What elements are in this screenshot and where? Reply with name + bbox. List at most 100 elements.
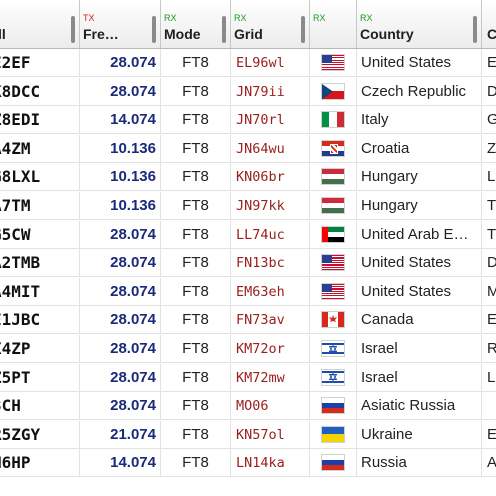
country-cell: Italy [357, 106, 482, 135]
callsign-cell: 3CH [0, 392, 80, 421]
table-row[interactable]: A4MIT28.074FT8EM63eh United States M [0, 277, 496, 306]
flag-cell [310, 134, 357, 163]
callsign-cell: K8DCC [0, 77, 80, 106]
table-row[interactable]: Z5PT28.074FT8KM72mw Israel L [0, 363, 496, 392]
table-row[interactable]: K8DCC28.074FT8JN79ii Czech Republic D [0, 77, 496, 106]
country-cell: United States [357, 249, 482, 278]
grid-cell: MO06 [231, 392, 310, 421]
callsign-cell: R5ZGY [0, 420, 80, 449]
callsign-cell: N6HP [0, 449, 80, 478]
frequency-cell: 28.074 [80, 220, 161, 249]
ca-flag-icon [322, 312, 344, 328]
mode-cell: FT8 [161, 306, 231, 335]
column-label-call: ll [0, 26, 6, 42]
table-row[interactable]: E1JBC28.074FT8FN73av Canada E [0, 306, 496, 335]
flag-cell [310, 277, 357, 306]
table-row[interactable]: A7TM10.136FT8JN97kk Hungary T [0, 192, 496, 220]
table-row[interactable]: 3CH28.074FT8MO06 Asiatic Russia [0, 392, 496, 421]
callsign-cell: X4ZP [0, 335, 80, 363]
grid-cell: KN06br [231, 163, 310, 192]
flag-cell [310, 163, 357, 192]
continent-cell [482, 392, 496, 420]
column-resize-handle[interactable] [222, 16, 226, 43]
mode-cell: FT8 [161, 49, 231, 77]
callsign-cell: E1JBC [0, 306, 80, 335]
continent-cell: A [487, 454, 496, 472]
frequency-cell: 28.074 [80, 306, 161, 335]
mode-cell: FT8 [161, 77, 231, 106]
callsign-cell: A4ZM [0, 134, 80, 163]
column-label-continent: C [487, 26, 496, 42]
mode-cell: FT8 [161, 449, 231, 478]
column-header-mode[interactable]: RX Mode [161, 0, 231, 48]
callsign-cell: G8LXL [0, 163, 80, 192]
table-row[interactable]: Z8EDI14.074FT8JN70rl Italy G [0, 106, 496, 135]
country-cell: United States [357, 277, 482, 306]
frequency-cell: 10.136 [80, 163, 161, 192]
table-row[interactable]: A2TMB28.074FT8FN13bc United States D [0, 249, 496, 278]
flag-cell [310, 449, 357, 478]
flag-cell [310, 306, 357, 335]
flag-cell [310, 49, 357, 77]
frequency-cell: 14.074 [80, 449, 161, 478]
ae-flag-icon [322, 226, 344, 242]
grid-cell: JN79ii [231, 77, 310, 106]
column-tag-rx: RX [313, 13, 326, 23]
column-resize-handle[interactable] [301, 16, 305, 43]
country-cell: Croatia [357, 134, 482, 163]
frequency-cell: 10.136 [80, 192, 161, 220]
continent-cell: D [487, 254, 496, 272]
table-row[interactable]: A4ZM10.136FT8JN64wu Croatia Z [0, 134, 496, 163]
column-header-flag[interactable]: RX [310, 0, 357, 48]
mode-cell: FT8 [161, 363, 231, 392]
country-cell: Russia [357, 449, 482, 478]
column-header-frequency[interactable]: TX Fre… [80, 0, 161, 48]
grid-cell: JN70rl [231, 106, 310, 135]
table-row[interactable]: X4ZP28.074FT8KM72or Israel R [0, 335, 496, 363]
callsign-cell: Z5PT [0, 363, 80, 392]
grid-cell: FN73av [231, 306, 310, 335]
frequency-cell: 28.074 [80, 277, 161, 306]
callsign-cell: G5CW [0, 220, 80, 249]
continent-cell: D [487, 82, 496, 100]
continent-cell: E [487, 311, 496, 329]
flag-cell [310, 249, 357, 278]
grid-cell: EM63eh [231, 277, 310, 306]
frequency-cell: 10.136 [80, 134, 161, 163]
country-cell: Israel [357, 335, 482, 363]
it-flag-icon [322, 112, 344, 128]
continent-cell: E [487, 54, 496, 71]
cz-flag-icon [322, 83, 344, 99]
country-cell: Hungary [357, 163, 482, 192]
grid-cell: LN14ka [231, 449, 310, 478]
mode-cell: FT8 [161, 192, 231, 220]
column-resize-handle[interactable] [71, 16, 75, 43]
table-row[interactable]: E2EF28.074FT8EL96wl United States E [0, 49, 496, 77]
flag-cell [310, 420, 357, 449]
continent-cell: M [487, 282, 496, 300]
flag-cell [310, 106, 357, 135]
column-header-grid[interactable]: RX Grid [231, 0, 310, 48]
flag-cell [310, 335, 357, 363]
grid-cell: FN13bc [231, 249, 310, 278]
hr-flag-icon [322, 140, 344, 156]
table-row[interactable]: G8LXL10.136FT8KN06br Hungary L [0, 163, 496, 192]
frequency-cell: 14.074 [80, 106, 161, 135]
column-resize-handle[interactable] [152, 16, 156, 43]
flag-cell [310, 392, 357, 421]
column-header-call[interactable]: ll [0, 0, 80, 48]
ru-flag-icon [322, 455, 344, 471]
flag-cell [310, 363, 357, 392]
table-row[interactable]: R5ZGY21.074FT8KN57ol Ukraine E [0, 420, 496, 449]
table-row[interactable]: N6HP14.074FT8LN14ka Russia A [0, 449, 496, 478]
column-header-country[interactable]: RX Country [357, 0, 482, 48]
mode-cell: FT8 [161, 106, 231, 135]
country-cell: Israel [357, 363, 482, 392]
column-resize-handle[interactable] [473, 16, 477, 43]
mode-cell: FT8 [161, 249, 231, 278]
column-header-continent[interactable]: C [482, 0, 496, 48]
mode-cell: FT8 [161, 163, 231, 192]
table-row[interactable]: G5CW28.074FT8LL74uc United Arab E… T [0, 220, 496, 249]
us-flag-icon [322, 55, 344, 70]
country-cell: United States [357, 49, 482, 77]
